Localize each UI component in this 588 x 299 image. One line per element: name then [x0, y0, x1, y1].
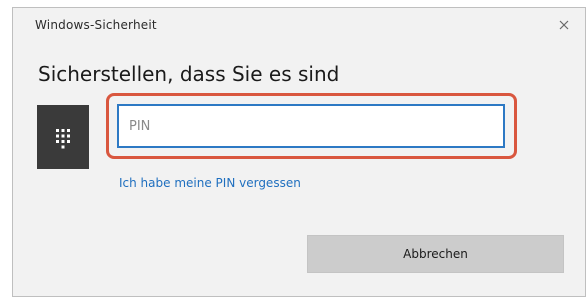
keypad-icon — [56, 129, 70, 149]
cancel-button[interactable]: Abbrechen — [307, 235, 564, 273]
windows-security-dialog: Windows-Sicherheit Sicherstellen, dass S… — [12, 7, 586, 297]
close-icon[interactable] — [553, 14, 575, 36]
window-title: Windows-Sicherheit — [35, 18, 157, 32]
forgot-pin-link[interactable]: Ich habe meine PIN vergessen — [119, 176, 301, 190]
page-title: Sicherstellen, dass Sie es sind — [38, 62, 340, 86]
close-button[interactable] — [553, 14, 575, 36]
pin-icon-box — [37, 105, 89, 169]
pin-input[interactable] — [117, 104, 505, 148]
pin-links: Ich habe meine PIN vergessen — [119, 176, 301, 190]
